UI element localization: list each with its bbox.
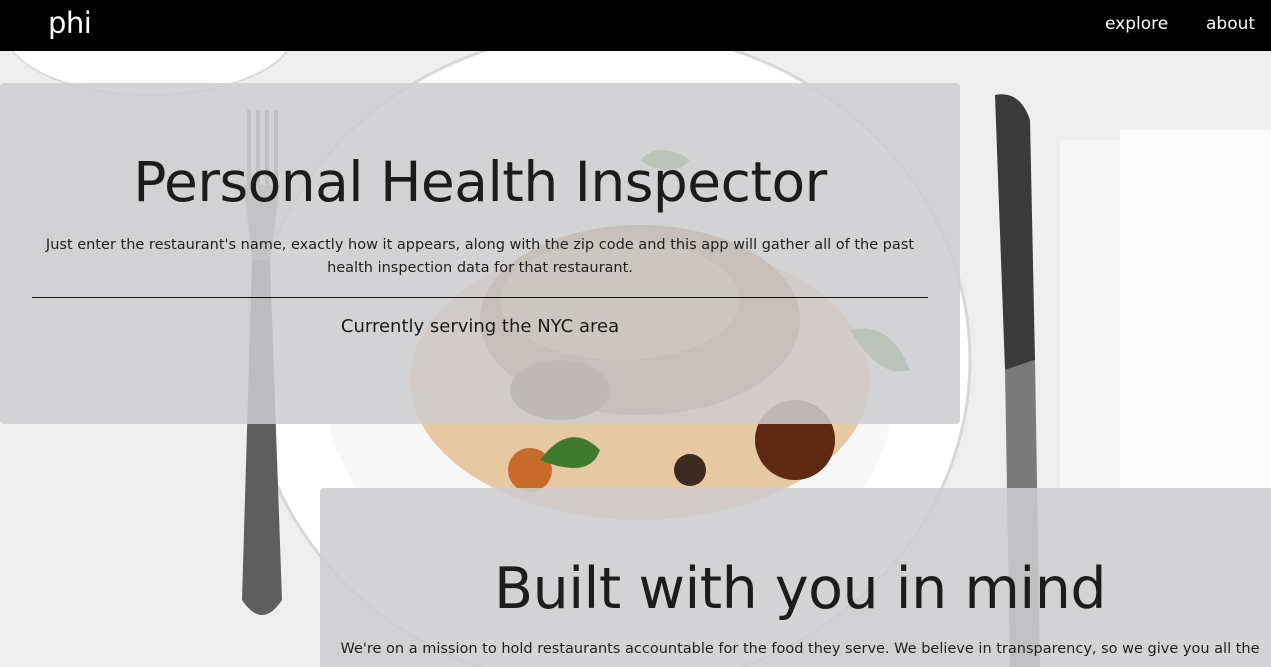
brand-logo-link[interactable]: phi [48, 6, 92, 40]
hero-description: Just enter the restaurant's name, exactl… [45, 237, 915, 276]
nav-explore-link[interactable]: explore [1105, 14, 1168, 34]
top-navbar: phi explore about [0, 0, 1271, 51]
hero-divider [32, 297, 928, 298]
nav-about-link[interactable]: about [1206, 14, 1255, 34]
mission-text: We're on a mission to hold restaurants a… [340, 641, 1260, 657]
hero-subtitle: Currently serving the NYC area [340, 316, 620, 337]
page: phi explore about Personal Health Inspec… [0, 0, 1271, 667]
hero-title: Personal Health Inspector [133, 150, 827, 214]
mission-title: Built with you in mind [493, 556, 1107, 622]
